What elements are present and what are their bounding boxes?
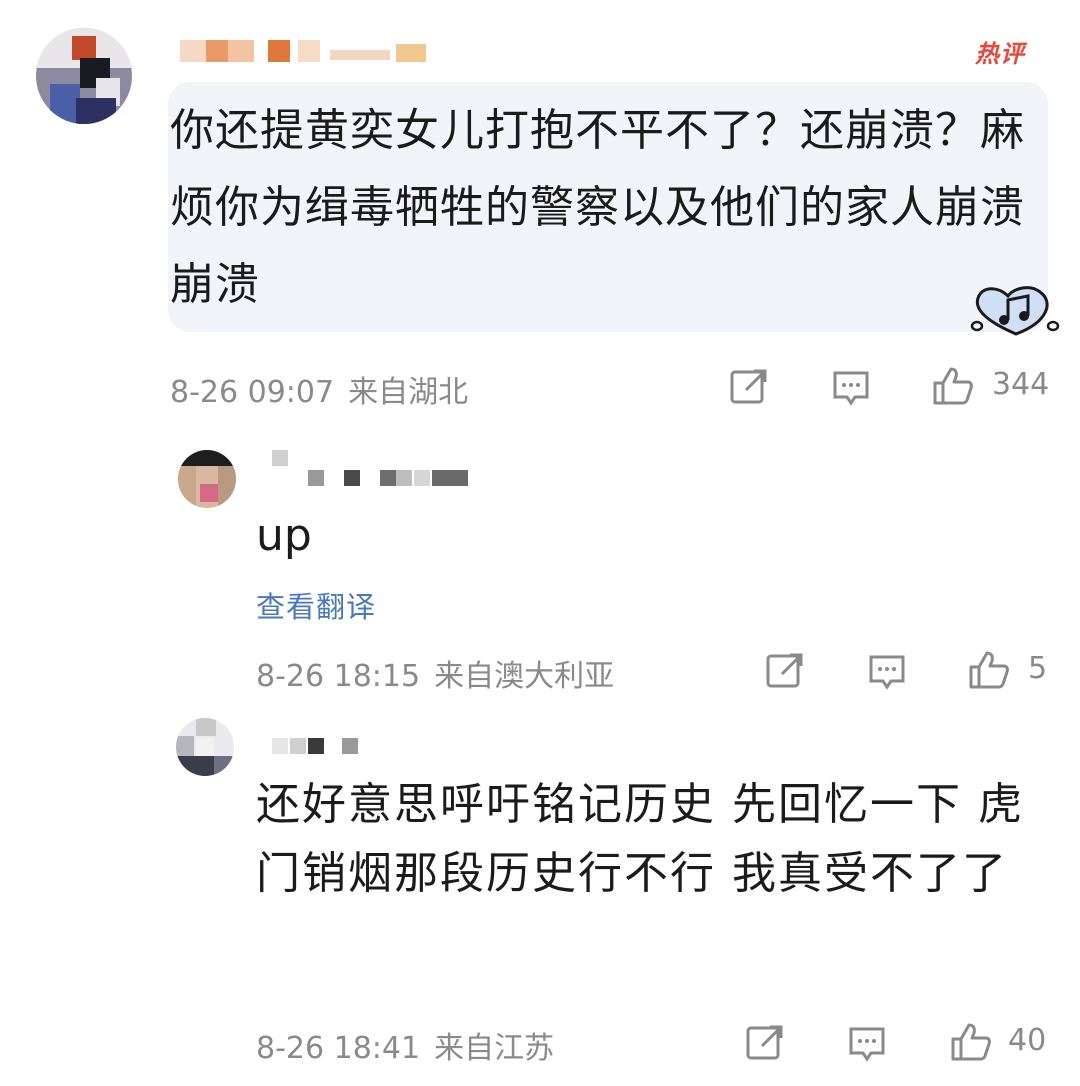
reply-time: 8-26 18:41	[256, 1031, 421, 1066]
share-icon[interactable]	[746, 1024, 784, 1060]
thumbs-up-icon[interactable]	[932, 366, 974, 406]
reply-meta: 8-26 18:41 来自江苏	[256, 1023, 554, 1067]
comment-icon[interactable]	[832, 370, 870, 406]
hot-comment-badge: 热评	[975, 40, 1025, 68]
avatar[interactable]	[36, 28, 132, 124]
username[interactable]	[180, 36, 440, 66]
like-count: 5	[1028, 651, 1048, 686]
share-icon[interactable]	[766, 652, 804, 688]
comment-location: 来自湖北	[348, 375, 469, 410]
like-count: 344	[992, 367, 1050, 402]
reply-text: 还好意思呼吁铭记历史 先回忆一下 虎门销烟那段历史行不行 我真受不了了	[256, 779, 1024, 899]
comment-time: 8-26 09:07	[170, 375, 335, 410]
comment-icon[interactable]	[848, 1026, 886, 1062]
username[interactable]	[272, 738, 372, 758]
reply-location: 来自江苏	[434, 1031, 555, 1066]
comment-meta: 8-26 09:07 来自湖北	[170, 367, 468, 411]
thumbs-up-icon[interactable]	[950, 1022, 992, 1062]
username[interactable]	[272, 450, 472, 490]
translate-link[interactable]: 查看翻译	[256, 584, 376, 626]
music-heart-sticker-icon	[968, 282, 1064, 346]
thumbs-up-icon[interactable]	[968, 650, 1010, 690]
reply-text: up	[256, 510, 312, 561]
avatar[interactable]	[178, 450, 236, 508]
comment-text: 你还提黄奕女儿打抱不平不了？还崩溃？麻烦你为缉毒牺牲的警察以及他们的家人崩溃崩溃	[170, 105, 1025, 310]
comment-icon[interactable]	[868, 654, 906, 690]
like-count: 40	[1008, 1023, 1047, 1058]
reply-time: 8-26 18:15	[256, 659, 421, 694]
avatar[interactable]	[176, 718, 234, 776]
share-icon[interactable]	[730, 368, 768, 404]
reply-meta: 8-26 18:15 来自澳大利亚	[256, 651, 614, 695]
reply-location: 来自澳大利亚	[434, 659, 615, 694]
